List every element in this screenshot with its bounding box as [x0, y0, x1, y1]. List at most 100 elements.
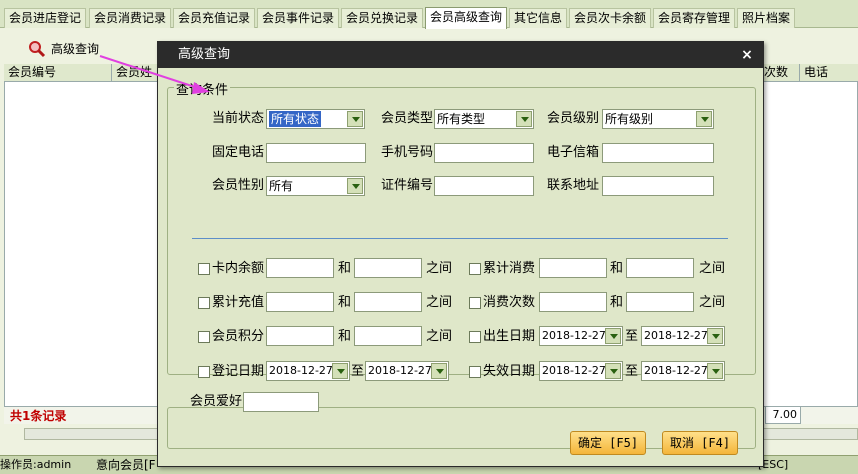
card-balance-to-input[interactable] — [354, 258, 422, 278]
expire-date-checkbox[interactable] — [469, 366, 481, 378]
column-header-member-name[interactable]: 会员姓 — [112, 64, 162, 82]
register-date-checkbox[interactable] — [198, 366, 210, 378]
tab-member-checkin[interactable]: 会员进店登记 — [4, 8, 87, 28]
tab-storage-management[interactable]: 会员寄存管理 — [653, 8, 736, 28]
member-type-select-value: 所有类型 — [437, 112, 486, 126]
advanced-query-button[interactable]: 高级查询 — [51, 38, 99, 60]
to-label: 至 — [625, 364, 639, 379]
tab-event-records[interactable]: 会员事件记录 — [257, 8, 340, 28]
magnifier-icon[interactable] — [28, 40, 46, 58]
between-label: 之间 — [426, 295, 453, 310]
tab-other-info[interactable]: 其它信息 — [509, 8, 568, 28]
hobby-label: 会员爱好 — [190, 394, 243, 409]
to-label: 至 — [351, 364, 365, 379]
register-date-label: 登记日期 — [212, 364, 265, 379]
between-label: 之间 — [699, 295, 726, 310]
points-label: 会员积分 — [212, 329, 265, 344]
chevron-down-icon[interactable] — [605, 363, 621, 379]
email-label: 电子信箱 — [547, 145, 600, 160]
total-consume-to-input[interactable] — [626, 258, 694, 278]
member-type-label: 会员类型 — [381, 111, 434, 126]
column-header-count[interactable]: 次数 — [760, 64, 800, 82]
chevron-down-icon[interactable] — [332, 363, 348, 379]
card-balance-label: 卡内余额 — [212, 261, 265, 276]
email-input[interactable] — [602, 143, 714, 163]
chevron-down-icon[interactable] — [707, 363, 723, 379]
ok-button[interactable]: 确定 [F5] — [570, 431, 646, 455]
consume-count-checkbox[interactable] — [469, 297, 481, 309]
member-level-select-value: 所有级别 — [605, 112, 654, 126]
total-recharge-to-input[interactable] — [354, 292, 422, 312]
consume-count-to-input[interactable] — [626, 292, 694, 312]
gender-select-value: 所有 — [269, 179, 294, 193]
birthday-from-date[interactable]: 2018-12-27 — [539, 326, 623, 346]
status-label: 当前状态 — [212, 111, 265, 126]
mobile-label: 手机号码 — [381, 145, 434, 160]
chevron-down-icon[interactable] — [516, 111, 532, 127]
chevron-down-icon[interactable] — [347, 178, 363, 194]
register-to-date[interactable]: 2018-12-27 — [365, 361, 449, 381]
address-input[interactable] — [602, 176, 714, 196]
member-level-select[interactable]: 所有级别 — [602, 109, 714, 129]
total-consume-from-input[interactable] — [539, 258, 607, 278]
consume-count-from-input[interactable] — [539, 292, 607, 312]
tab-photo-archive[interactable]: 照片档案 — [737, 8, 796, 28]
register-from-value: 2018-12-27 — [269, 364, 333, 377]
total-consume-label: 累计消费 — [483, 261, 536, 276]
and-label: 和 — [338, 295, 352, 310]
tab-advanced-query[interactable]: 会员高级查询 — [425, 7, 508, 29]
expire-to-date[interactable]: 2018-12-27 — [641, 361, 725, 381]
chevron-down-icon[interactable] — [605, 328, 621, 344]
total-recharge-from-input[interactable] — [266, 292, 334, 312]
expire-to-value: 2018-12-27 — [644, 364, 708, 377]
consume-count-label: 消费次数 — [483, 295, 536, 310]
chevron-down-icon[interactable] — [431, 363, 447, 379]
register-to-value: 2018-12-27 — [368, 364, 432, 377]
to-label: 至 — [625, 329, 639, 344]
column-header-member-id[interactable]: 会员编号 — [4, 64, 112, 82]
intent-member-label[interactable]: 意向会员[F — [96, 456, 156, 474]
total-recharge-label: 累计充值 — [212, 295, 265, 310]
member-type-select[interactable]: 所有类型 — [434, 109, 534, 129]
birthday-label: 出生日期 — [483, 329, 536, 344]
tab-recharge-records[interactable]: 会员充值记录 — [173, 8, 256, 28]
dialog-title-bar[interactable]: 高级查询 — [158, 42, 763, 68]
points-to-input[interactable] — [354, 326, 422, 346]
gender-select[interactable]: 所有 — [266, 176, 365, 196]
card-balance-checkbox[interactable] — [198, 263, 210, 275]
tab-exchange-records[interactable]: 会员兑换记录 — [341, 8, 424, 28]
status-select[interactable]: 所有状态 — [266, 109, 365, 129]
hobby-input[interactable] — [243, 392, 319, 412]
chevron-down-icon[interactable] — [707, 328, 723, 344]
expire-date-label: 失效日期 — [483, 364, 536, 379]
module-tab-strip: 会员进店登记 会员消费记录 会员充值记录 会员事件记录 会员兑换记录 会员高级查… — [0, 0, 858, 29]
points-from-input[interactable] — [266, 326, 334, 346]
chevron-down-icon[interactable] — [347, 111, 363, 127]
fixed-phone-input[interactable] — [266, 143, 366, 163]
expire-from-date[interactable]: 2018-12-27 — [539, 361, 623, 381]
expire-from-value: 2018-12-27 — [542, 364, 606, 377]
address-label: 联系地址 — [547, 178, 600, 193]
id-number-input[interactable] — [434, 176, 534, 196]
column-header-phone[interactable]: 电话 — [800, 64, 858, 82]
tab-count-card-balance[interactable]: 会员次卡余额 — [569, 8, 652, 28]
mobile-input[interactable] — [434, 143, 534, 163]
and-label: 和 — [610, 295, 624, 310]
cancel-button[interactable]: 取消 [F4] — [662, 431, 738, 455]
birthday-to-value: 2018-12-27 — [644, 329, 708, 342]
total-recharge-checkbox[interactable] — [198, 297, 210, 309]
register-from-date[interactable]: 2018-12-27 — [266, 361, 350, 381]
birthday-to-date[interactable]: 2018-12-27 — [641, 326, 725, 346]
query-conditions-title: 查询条件 — [174, 79, 231, 98]
points-checkbox[interactable] — [198, 331, 210, 343]
birthday-from-value: 2018-12-27 — [542, 329, 606, 342]
birthday-checkbox[interactable] — [469, 331, 481, 343]
tab-consume-records[interactable]: 会员消费记录 — [89, 8, 172, 28]
card-balance-from-input[interactable] — [266, 258, 334, 278]
record-count: 共1条记录 — [10, 409, 67, 423]
dialog-title: 高级查询 — [178, 47, 231, 62]
chevron-down-icon[interactable] — [696, 111, 712, 127]
between-label: 之间 — [699, 261, 726, 276]
total-consume-checkbox[interactable] — [469, 263, 481, 275]
close-icon[interactable]: × — [739, 42, 755, 68]
